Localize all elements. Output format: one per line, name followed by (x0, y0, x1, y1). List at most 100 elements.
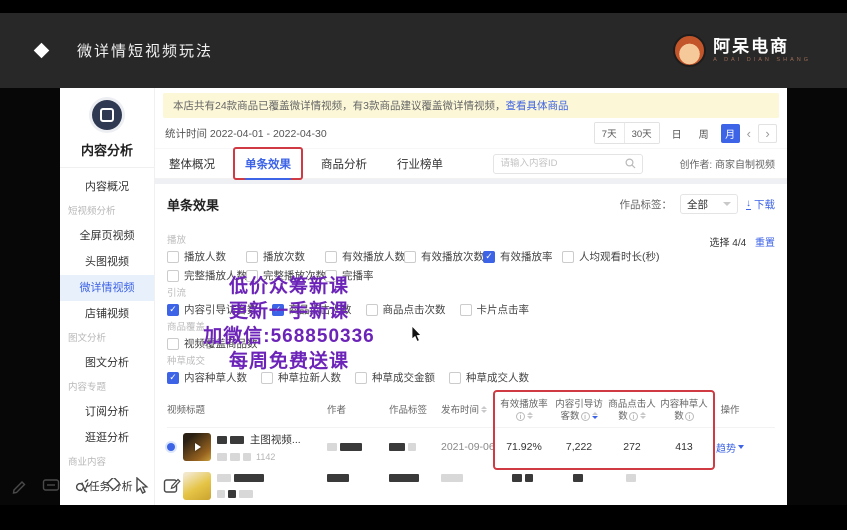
metric-checkbox[interactable]: 内容种草人数 (167, 369, 247, 386)
pen-tool-icon[interactable] (12, 477, 29, 494)
metric-label: 有效播放次数 (421, 249, 484, 264)
video-title-text: 主图视频... (250, 434, 301, 446)
metric-label: 内容引导访客数 (184, 302, 258, 317)
next-period-button[interactable]: › (758, 124, 777, 143)
annotation-toolbar (12, 477, 181, 494)
metric-checkbox[interactable]: 有效播放率 (483, 248, 562, 265)
metric-label: 商品点击次数 (383, 302, 446, 317)
redacted-text (230, 436, 244, 444)
table-row[interactable]: 主图视频... 1142 2021-09-06 71.92% 7,222 272… (167, 428, 775, 466)
download-button[interactable]: ↓ 下载 (746, 197, 775, 212)
main-content: 本店共有24款商品已覆盖微详情视频，有3款商品建议覆盖微详情视频， 查看具体商品… (155, 88, 787, 505)
checkbox-icon (167, 338, 179, 350)
trend-link[interactable]: 趋势 (716, 440, 744, 455)
tag-select-value: 全部 (687, 197, 708, 212)
metric-checkbox[interactable]: 完播率 (325, 267, 404, 284)
tag-select[interactable]: 全部 (680, 194, 738, 214)
col-label: 内容种草人数 (660, 399, 708, 422)
metric-checkbox[interactable]: 卡片点击率 (460, 301, 530, 318)
results-table: 视频标题 作者 作品标签 发布时间 有效播放率 内容引导访客数 (167, 394, 775, 504)
metric-checkbox[interactable]: 种草拉新人数 (261, 369, 341, 386)
content-id-search[interactable] (493, 154, 643, 174)
tab-single-effect[interactable]: 单条效果 (243, 148, 293, 180)
sidebar-item-shop-video[interactable]: 店铺视频 (60, 301, 154, 327)
sort-icon-active[interactable] (592, 412, 598, 419)
tab-overall[interactable]: 整体概况 (167, 148, 217, 180)
metric-checkbox[interactable]: 有效播放次数 (404, 248, 483, 265)
range-30d-button[interactable]: 30天 (624, 123, 659, 143)
metric-checkbox[interactable]: 视频覆盖商品数 (167, 335, 258, 352)
col-author: 作者 (327, 405, 389, 417)
sidebar-item-imagetext[interactable]: 图文分析 (60, 350, 154, 376)
chevron-down-icon (738, 445, 744, 449)
checkbox-checked-icon (167, 304, 179, 316)
sidebar-item-fullscreen-video[interactable]: 全屏页视频 (60, 223, 154, 249)
metric-checkbox[interactable]: 种草成交人数 (449, 369, 529, 386)
metric-label: 完整播放人数 (184, 268, 247, 283)
col-valid-play-rate[interactable]: 有效播放率 (497, 399, 551, 423)
metric-checkbox[interactable]: 有效播放人数 (325, 248, 404, 265)
sort-icon[interactable] (481, 406, 487, 413)
table-row[interactable] (167, 466, 775, 504)
metric-checkbox[interactable]: 播放次数 (246, 248, 325, 265)
metric-checkbox[interactable]: 人均观看时长(秒) (562, 248, 641, 265)
redacted-text (230, 453, 240, 461)
metric-checkbox[interactable]: 完整播放人数 (167, 267, 246, 284)
single-effect-panel: 单条效果 作品标签： 全部 ↓ 下载 (155, 184, 787, 505)
video-thumbnail[interactable] (183, 433, 211, 461)
col-publish-date[interactable]: 发布时间 (441, 405, 497, 417)
metric-checkbox[interactable]: 商品点击人数 (272, 301, 352, 318)
metric-label: 种草成交人数 (466, 370, 529, 385)
range-7d-button[interactable]: 7天 (595, 123, 624, 143)
tab-industry-ranking[interactable]: 行业榜单 (395, 148, 445, 180)
search-input[interactable] (500, 158, 625, 169)
metric-checkbox[interactable]: 完整播放次数 (246, 267, 325, 284)
cursor-tool-icon[interactable] (135, 477, 150, 494)
sidebar-item-headimg-video[interactable]: 头图视频 (60, 249, 154, 275)
sort-icon[interactable] (640, 412, 646, 419)
video-thumbnail[interactable] (183, 472, 211, 500)
checkbox-icon (460, 304, 472, 316)
granularity-week-button[interactable]: 周 (694, 123, 714, 144)
metric-label: 有效播放率 (500, 249, 553, 264)
metric-checkbox[interactable]: 播放人数 (167, 248, 246, 265)
col-product-clicks[interactable]: 商品点击人数 (607, 399, 657, 423)
metric-checkbox[interactable]: 种草成交金额 (355, 369, 435, 386)
checkbox-icon (261, 372, 273, 384)
metric-checkbox[interactable]: 内容引导访客数 (167, 301, 258, 318)
note-tool-icon[interactable] (163, 477, 181, 494)
video-frame: 微详情短视频玩法 阿呆电商 A DAI DIAN SHANG 内容分析 内容概况… (0, 0, 847, 530)
checkbox-icon (449, 372, 461, 384)
tab-product-analysis[interactable]: 商品分析 (319, 148, 369, 180)
board-tool-icon[interactable] (42, 478, 60, 493)
creator-filter-label: 创作者: 商家自制视频 (679, 156, 775, 171)
metric-checkbox[interactable]: 商品点击次数 (366, 301, 446, 318)
metric-label: 卡片点击率 (477, 302, 530, 317)
sidebar-item-subscribe[interactable]: 订阅分析 (60, 399, 154, 425)
col-seeded-users[interactable]: 内容种草人数 (657, 399, 711, 423)
view-products-link[interactable]: 查看具体商品 (506, 98, 569, 113)
play-icon (183, 433, 211, 461)
col-guided-visitors[interactable]: 内容引导访客数 (551, 399, 607, 423)
row-radio-selected[interactable] (167, 443, 175, 451)
checkbox-checked-icon (483, 251, 495, 263)
granularity-day-button[interactable]: 日 (667, 123, 687, 144)
search-icon (625, 158, 636, 169)
metric-label: 种草拉新人数 (278, 370, 341, 385)
reset-link[interactable]: 重置 (755, 238, 775, 249)
eraser-tool-icon[interactable] (104, 478, 122, 494)
selection-count: 选择 4/4 (710, 238, 747, 249)
sidebar-item-microdetail-video[interactable]: 微详情视频 (60, 275, 154, 301)
product-clicks-cell: 272 (607, 441, 657, 453)
sort-icon[interactable] (527, 412, 533, 419)
sidebar-item-content-overview[interactable]: 内容概况 (60, 174, 154, 200)
laser-tool-icon[interactable] (73, 478, 91, 494)
tag-filter-label: 作品标签： (620, 197, 673, 212)
granularity-month-button[interactable]: 月 (721, 124, 740, 143)
prev-period-button[interactable]: ‹ (747, 127, 751, 140)
avatar[interactable] (92, 100, 122, 130)
mascot-icon (673, 34, 706, 67)
col-video-title: 视频标题 (167, 405, 327, 417)
metric-group-label: 种草成交 (167, 355, 775, 369)
sidebar-item-guangguang[interactable]: 逛逛分析 (60, 425, 154, 451)
